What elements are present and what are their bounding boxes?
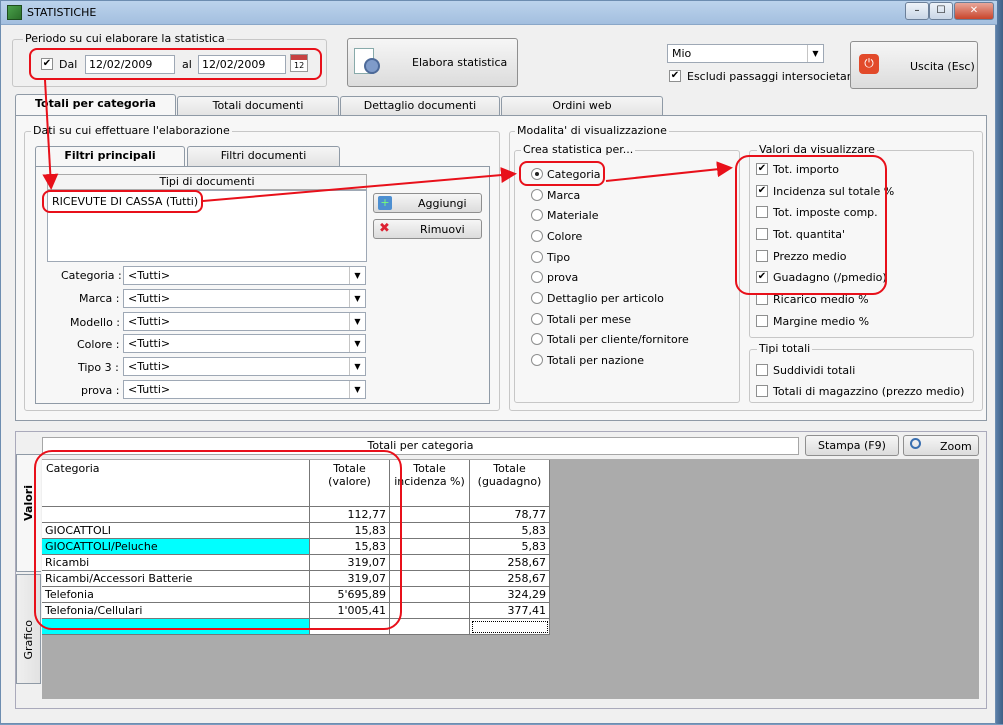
arrow-categoria-to-values [605,161,733,182]
statistics-window: STATISTICHE – ☐ ✕ Periodo su cui elabora… [0,0,997,724]
annotation-arrows [42,79,733,202]
arrow-period-to-doctype [42,79,59,190]
arrow-doctype-to-categoria [202,167,517,202]
desktop-edge [996,0,1003,724]
